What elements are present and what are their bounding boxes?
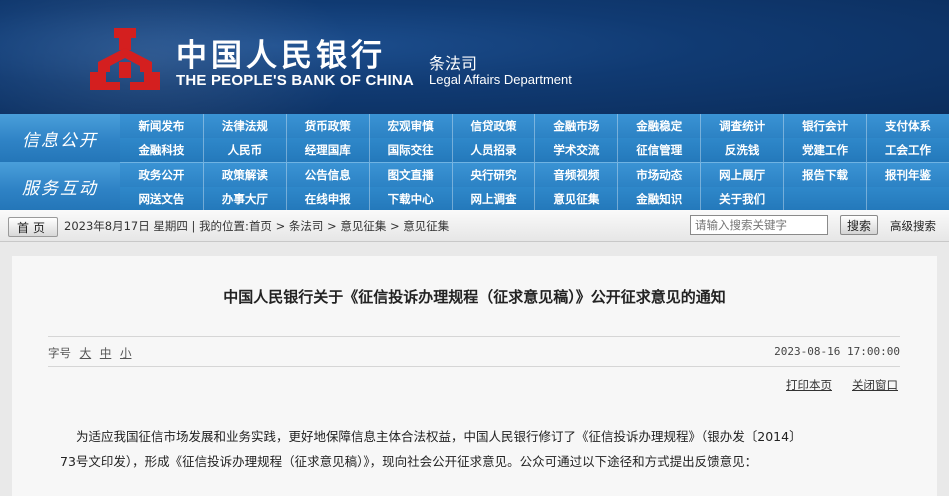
nav-item[interactable]: 下载中心 xyxy=(368,187,452,211)
nav-item[interactable]: 央行研究 xyxy=(451,163,535,187)
nav-item[interactable]: 网上展厅 xyxy=(700,163,783,187)
nav-item[interactable]: 公告信息 xyxy=(285,163,369,187)
main-navigation: 信息公开 服务互动 新闻发布 法律法规 货币政策 宏观审慎 信贷政策 金融市场 … xyxy=(0,114,949,211)
chevron-right-icon: > xyxy=(390,219,404,233)
department-name-english: Legal Affairs Department xyxy=(429,72,572,87)
nav-item[interactable]: 网上调查 xyxy=(451,187,535,211)
body-paragraph-line: 为适应我国征信市场发展和业务实践，更好地保障信息主体合法权益，中国人民银行修订了… xyxy=(76,429,802,444)
nav-item[interactable]: 意见征集 xyxy=(534,187,617,211)
search-input[interactable] xyxy=(690,215,828,235)
nav-item[interactable]: 党建工作 xyxy=(783,138,866,162)
search-button[interactable]: 搜索 xyxy=(840,215,878,235)
nav-item[interactable]: 反洗钱 xyxy=(700,138,783,162)
nav-item[interactable]: 支付体系 xyxy=(866,114,949,138)
nav-item[interactable]: 报刊年鉴 xyxy=(866,163,949,187)
publish-time: 2023-08-16 17:00:00 xyxy=(774,345,900,358)
nav-item[interactable]: 经理国库 xyxy=(285,138,369,162)
article-body: 为适应我国征信市场发展和业务实践，更好地保障信息主体合法权益，中国人民银行修订了… xyxy=(60,424,896,474)
breadcrumb: 2023年8月17日 星期四 | 我的位置:首页 > 条法司 > 意见征集 > … xyxy=(64,218,449,234)
breadcrumb-link-feedback-sub[interactable]: 意见征集 xyxy=(403,219,449,233)
divider xyxy=(48,366,900,367)
nav-item[interactable]: 金融知识 xyxy=(617,187,700,211)
divider xyxy=(48,336,900,337)
pboc-logo-icon[interactable] xyxy=(90,28,160,90)
nav-item[interactable]: 国际交往 xyxy=(368,138,452,162)
nav-item xyxy=(783,187,866,211)
nav-item[interactable]: 政务公开 xyxy=(120,163,203,187)
nav-item[interactable]: 货币政策 xyxy=(285,114,369,138)
font-size-large[interactable]: 大 xyxy=(80,346,92,360)
nav-item[interactable]: 调查统计 xyxy=(700,114,783,138)
nav-item[interactable]: 音频视频 xyxy=(534,163,617,187)
nav-item[interactable]: 办事大厅 xyxy=(202,187,286,211)
bank-name-english: THE PEOPLE'S BANK OF CHINA xyxy=(176,72,414,89)
font-size-label: 字号 xyxy=(48,346,71,360)
nav-item[interactable]: 在线申报 xyxy=(285,187,369,211)
nav-item[interactable]: 网送文告 xyxy=(120,187,203,211)
nav-item[interactable]: 宏观审慎 xyxy=(368,114,452,138)
close-window-link[interactable]: 关闭窗口 xyxy=(852,377,898,393)
nav-item[interactable]: 信贷政策 xyxy=(451,114,535,138)
home-button[interactable]: 首页 xyxy=(8,217,58,237)
breadcrumb-link-feedback[interactable]: 意见征集 xyxy=(340,219,386,233)
nav-row-2: 金融科技 人民币 经理国库 国际交往 人员招录 学术交流 征信管理 反洗钱 党建… xyxy=(120,138,949,162)
nav-item xyxy=(866,187,949,211)
nav-item[interactable]: 法律法规 xyxy=(202,114,286,138)
nav-item[interactable]: 人员招录 xyxy=(451,138,535,162)
advanced-search-link[interactable]: 高级搜索 xyxy=(890,218,936,234)
content-area: 中国人民银行关于《征信投诉办理规程（征求意见稿）》公开征求意见的通知 字号 大 … xyxy=(0,242,949,496)
site-header: 中国人民银行 THE PEOPLE'S BANK OF CHINA 条法司 Le… xyxy=(0,0,949,114)
nav-item[interactable]: 工会工作 xyxy=(866,138,949,162)
article-title: 中国人民银行关于《征信投诉办理规程（征求意见稿）》公开征求意见的通知 xyxy=(223,288,726,306)
breadcrumb-bar: 首页 2023年8月17日 星期四 | 我的位置:首页 > 条法司 > 意见征集… xyxy=(0,210,949,242)
font-size-medium[interactable]: 中 xyxy=(100,346,112,360)
chevron-right-icon: > xyxy=(275,219,289,233)
nav-item[interactable]: 关于我们 xyxy=(700,187,783,211)
nav-row-3: 政务公开 政策解读 公告信息 图文直播 央行研究 音频视频 市场动态 网上展厅 … xyxy=(120,163,949,187)
nav-item[interactable]: 市场动态 xyxy=(617,163,700,187)
location-prefix: 我的位置: xyxy=(199,219,249,233)
breadcrumb-link-dept[interactable]: 条法司 xyxy=(289,219,324,233)
breadcrumb-separator: | xyxy=(191,219,200,233)
body-paragraph-line: 73号文印发），形成《征信投诉办理规程（征求意见稿）》，现向社会公开征求意见。公… xyxy=(60,454,758,469)
font-size-small[interactable]: 小 xyxy=(120,346,132,360)
font-size-selector: 字号 大 中 小 xyxy=(48,345,131,361)
nav-item[interactable]: 银行会计 xyxy=(783,114,866,138)
nav-item[interactable]: 金融稳定 xyxy=(617,114,700,138)
nav-item[interactable]: 图文直播 xyxy=(368,163,452,187)
nav-item[interactable]: 征信管理 xyxy=(617,138,700,162)
nav-grid: 新闻发布 法律法规 货币政策 宏观审慎 信贷政策 金融市场 金融稳定 调查统计 … xyxy=(120,114,949,211)
nav-item[interactable]: 政策解读 xyxy=(202,163,286,187)
nav-item[interactable]: 新闻发布 xyxy=(120,114,203,138)
nav-item[interactable]: 学术交流 xyxy=(534,138,617,162)
nav-item[interactable]: 人民币 xyxy=(202,138,286,162)
current-date: 2023年8月17日 星期四 xyxy=(64,219,188,233)
chevron-right-icon: > xyxy=(327,219,341,233)
bank-name-chinese: 中国人民银行 xyxy=(176,38,386,74)
nav-section-info-disclosure[interactable]: 信息公开 xyxy=(0,114,120,163)
department-name-chinese: 条法司 xyxy=(429,54,478,73)
nav-item[interactable]: 金融科技 xyxy=(120,138,203,162)
breadcrumb-link-home[interactable]: 首页 xyxy=(249,219,272,233)
article-panel: 中国人民银行关于《征信投诉办理规程（征求意见稿）》公开征求意见的通知 字号 大 … xyxy=(12,256,937,496)
nav-row-1: 新闻发布 法律法规 货币政策 宏观审慎 信贷政策 金融市场 金融稳定 调查统计 … xyxy=(120,114,949,138)
nav-section-service-interaction[interactable]: 服务互动 xyxy=(0,162,120,210)
nav-row-4: 网送文告 办事大厅 在线申报 下载中心 网上调查 意见征集 金融知识 关于我们 xyxy=(120,187,949,211)
nav-item[interactable]: 报告下载 xyxy=(783,163,866,187)
print-page-link[interactable]: 打印本页 xyxy=(786,377,832,393)
nav-item[interactable]: 金融市场 xyxy=(534,114,617,138)
